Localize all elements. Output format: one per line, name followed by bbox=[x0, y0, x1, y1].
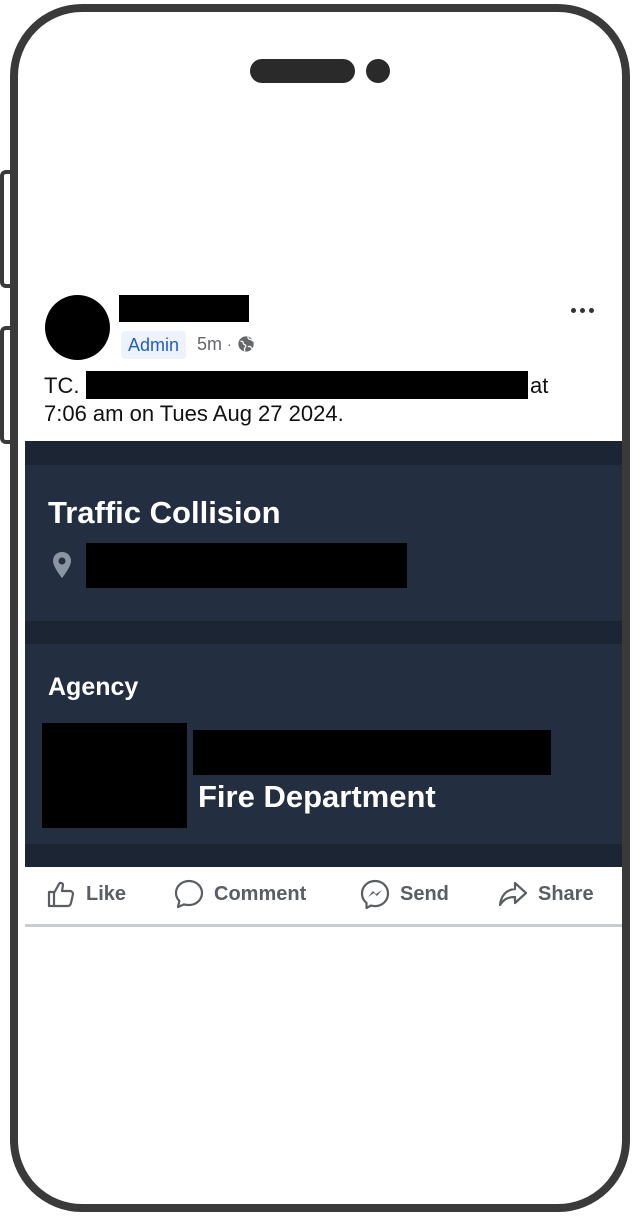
author-name-redacted[interactable] bbox=[119, 295, 249, 322]
share-arrow-icon bbox=[498, 881, 528, 907]
post-text-redacted bbox=[86, 371, 528, 399]
agency-label: Agency bbox=[48, 673, 139, 701]
agency-name: Fire Department bbox=[198, 779, 436, 814]
globe-icon bbox=[238, 336, 254, 352]
author-avatar[interactable] bbox=[45, 295, 110, 360]
more-options-icon[interactable] bbox=[571, 300, 601, 320]
like-button[interactable]: Like bbox=[45, 878, 126, 910]
comment-label: Comment bbox=[214, 882, 307, 905]
like-label: Like bbox=[86, 882, 127, 905]
meta-separator: · bbox=[227, 336, 232, 352]
location-pin-icon bbox=[53, 552, 71, 578]
post-action-bar: Like Comment Send Share bbox=[25, 868, 622, 920]
phone-speaker bbox=[250, 59, 355, 83]
send-button[interactable]: Send bbox=[359, 878, 449, 910]
post-text-line2: 7:06 am on Tues Aug 27 2024. bbox=[44, 401, 344, 426]
send-label: Send bbox=[400, 882, 449, 905]
messenger-icon bbox=[360, 879, 390, 910]
post-text-line1-end: at bbox=[530, 373, 549, 398]
comment-bubble-icon bbox=[174, 879, 204, 909]
admin-badge: Admin bbox=[121, 331, 187, 359]
incident-title: Traffic Collision bbox=[48, 495, 281, 530]
comment-button[interactable]: Comment bbox=[173, 878, 306, 910]
share-label: Share bbox=[538, 882, 594, 905]
incident-card[interactable]: Traffic Collision Agency Fire Department bbox=[25, 441, 622, 867]
share-button[interactable]: Share bbox=[497, 878, 594, 910]
agency-name-redacted bbox=[193, 730, 551, 775]
post-meta: 5m · bbox=[197, 332, 255, 356]
post-divider bbox=[25, 924, 622, 927]
location-redacted bbox=[86, 543, 407, 588]
post-time[interactable]: 5m bbox=[197, 332, 222, 356]
agency-logo-redacted bbox=[42, 723, 187, 828]
thumbs-up-icon bbox=[47, 881, 75, 908]
phone-camera bbox=[366, 59, 390, 83]
